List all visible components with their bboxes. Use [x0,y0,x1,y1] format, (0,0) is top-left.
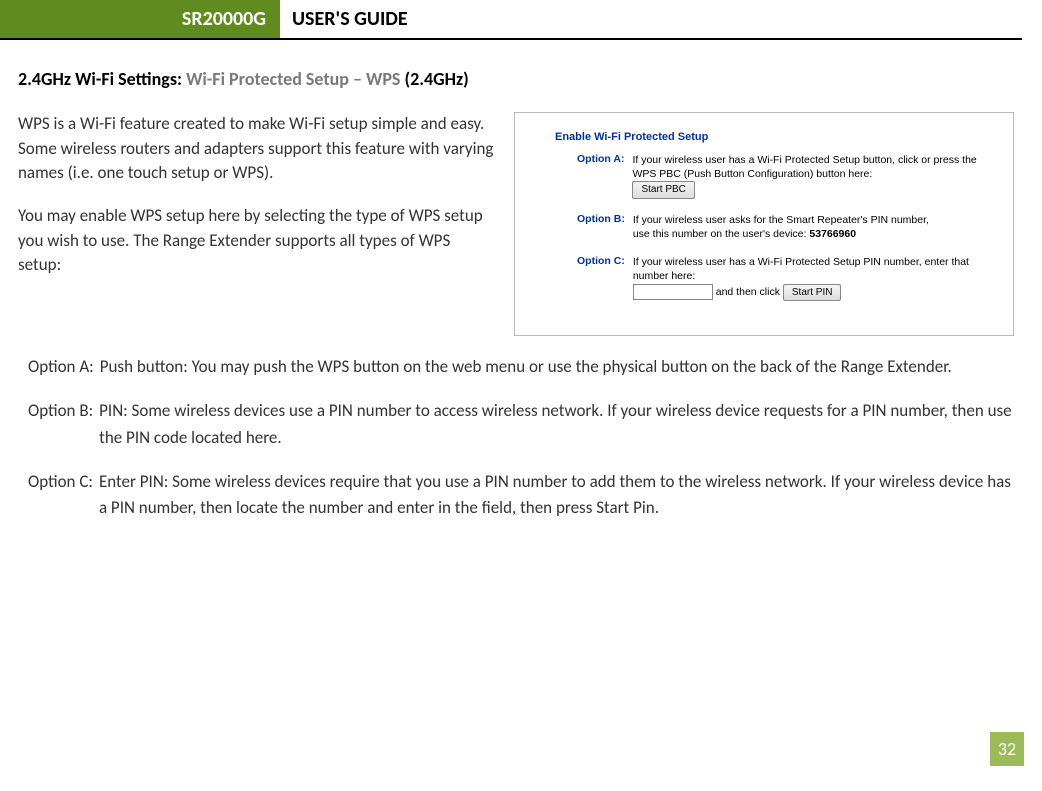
option-a-text: Push button: You may push the WPS button… [100,354,952,380]
panel-option-c: Option C: If your wireless user has a Wi… [577,255,999,301]
page-number: 32 [990,732,1024,766]
panel-option-b: Option B: If your wireless user asks for… [577,213,999,241]
panel-option-c-mid: and then click [716,286,783,298]
panel-option-b-label: Option B: [577,213,625,241]
panel-option-b-line2-prefix: use this number on the user's device: [633,228,810,240]
start-pin-button[interactable]: Start PIN [783,284,842,302]
option-a-row: Option A: Push button: You may push the … [28,354,1014,380]
header-bar: SR20000G USER'S GUIDE [0,0,1022,40]
panel-option-c-label: Option C: [577,255,625,301]
option-b-row: Option B: PIN: Some wireless devices use… [28,398,1014,451]
options-list: Option A: Push button: You may push the … [28,354,1014,522]
panel-title: Enable Wi-Fi Protected Setup [555,131,999,143]
option-c-label: Option C: [28,469,93,522]
panel-option-a: Option A: If your wireless user has a Wi… [577,153,999,199]
option-c-row: Option C: Enter PIN: Some wireless devic… [28,469,1014,522]
wps-settings-panel: Enable Wi-Fi Protected Setup Option A: I… [514,112,1014,336]
intro-column: WPS is a Wi-Fi feature created to make W… [18,112,496,296]
option-b-text: PIN: Some wireless devices use a PIN num… [99,398,1014,451]
pin-input[interactable] [633,284,713,300]
header-title: USER'S GUIDE [280,0,408,38]
option-c-text: Enter PIN: Some wireless devices require… [99,469,1014,522]
page-content: 2.4GHz Wi-Fi Settings: Wi-Fi Protected S… [0,40,1042,550]
section-gray: Wi-Fi Protected Setup – WPS [186,68,404,90]
intro-paragraph-1: WPS is a Wi-Fi feature created to make W… [18,112,496,186]
panel-option-a-label: Option A: [577,153,624,199]
start-pbc-button[interactable]: Start PBC [632,181,694,199]
panel-option-c-text: If your wireless user has a Wi-Fi Protec… [633,256,969,282]
section-heading: 2.4GHz Wi-Fi Settings: Wi-Fi Protected S… [18,68,1014,90]
option-a-label: Option A: [28,354,94,380]
panel-option-a-text: If your wireless user has a Wi-Fi Protec… [632,154,976,180]
panel-option-b-pin: 53766960 [809,228,856,240]
header-model: SR20000G [0,0,280,38]
intro-paragraph-2: You may enable WPS setup here by selecti… [18,204,496,278]
section-prefix: 2.4GHz Wi-Fi Settings: [18,68,186,90]
panel-option-b-line1: If your wireless user asks for the Smart… [633,214,929,226]
section-suffix: (2.4GHz) [405,68,469,90]
option-b-label: Option B: [28,398,93,451]
